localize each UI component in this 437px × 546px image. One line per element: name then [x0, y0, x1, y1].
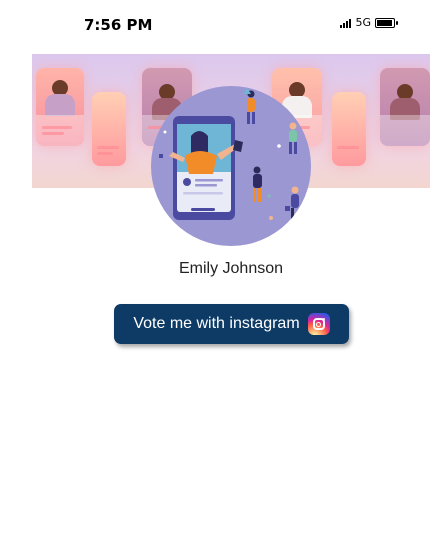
banner-card	[36, 68, 84, 146]
battery-icon	[375, 17, 398, 28]
signal-icon	[340, 18, 352, 28]
vote-button-label: Vote me with instagram	[133, 315, 300, 332]
vote-instagram-button[interactable]: Vote me with instagram	[114, 304, 349, 344]
network-label: 5G	[355, 16, 371, 29]
banner-card	[380, 68, 430, 146]
instagram-icon	[307, 313, 330, 335]
banner-card	[92, 92, 126, 166]
status-bar: 7:56 PM 5G	[0, 0, 437, 50]
status-time: 7:56 PM	[84, 16, 153, 34]
profile-name: Emily Johnson	[178, 260, 284, 277]
influencer-illustration	[159, 88, 299, 220]
status-icons: 5G	[340, 16, 398, 29]
profile-avatar	[151, 86, 311, 246]
banner-card	[332, 92, 366, 166]
